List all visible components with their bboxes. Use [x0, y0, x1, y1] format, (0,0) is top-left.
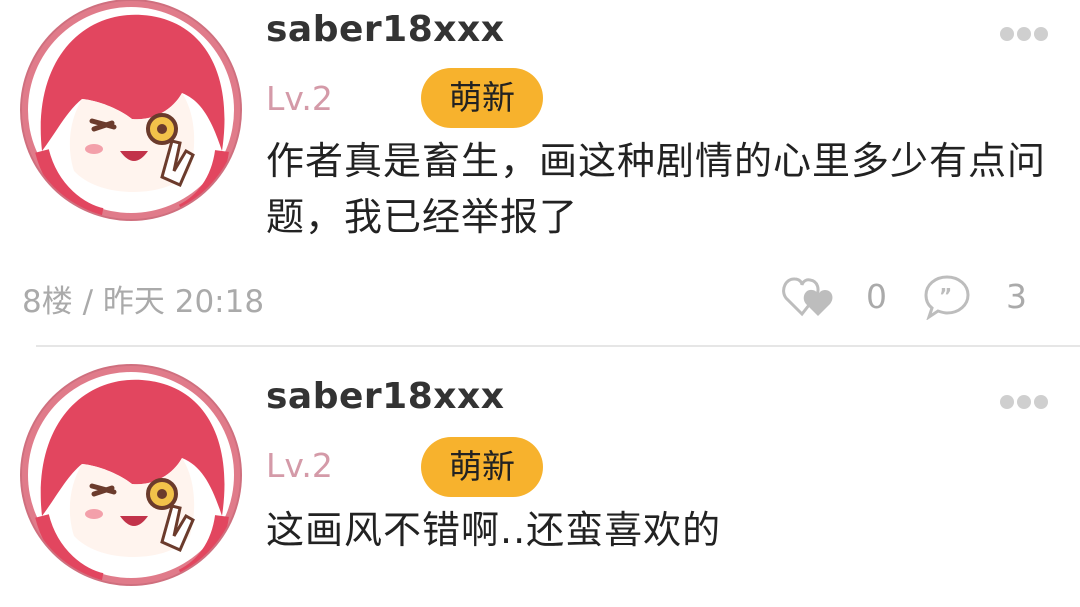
- avatar-image: [22, 366, 240, 584]
- avatar-image: [22, 1, 240, 219]
- comment-feed: saber18xxx Lv.2 萌新 作者真是畜生，画这种剧情的心里多少有点问题…: [0, 0, 1080, 607]
- comment-item: saber18xxx Lv.2 萌新 作者真是畜生，画这种剧情的心里多少有点问题…: [0, 0, 1080, 347]
- comment-text: 这画风不错啊..还蛮喜欢的: [266, 508, 722, 552]
- avatar[interactable]: [22, 1, 240, 219]
- user-level: Lv.2: [266, 79, 333, 118]
- comment-bubble-icon[interactable]: ”: [923, 274, 971, 321]
- username[interactable]: saber18xxx: [266, 376, 504, 417]
- comment-floor-time: 8楼 / 昨天 20:18: [22, 284, 265, 320]
- divider: [36, 345, 1080, 347]
- more-dots-icon[interactable]: [1000, 26, 1052, 41]
- user-level: Lv.2: [266, 446, 333, 485]
- avatar[interactable]: [22, 366, 240, 584]
- heart-icon[interactable]: [782, 274, 838, 320]
- comment-text: 作者真是畜生，画这种剧情的心里多少有点问题，我已经举报了: [266, 139, 1047, 239]
- user-badge: 萌新: [421, 437, 543, 497]
- svg-text:”: ”: [939, 284, 952, 308]
- reply-count: 3: [1006, 277, 1027, 316]
- more-dots-icon[interactable]: [1000, 394, 1052, 409]
- user-badge: 萌新: [421, 68, 543, 128]
- comment-item: saber18xxx Lv.2 萌新 这画风不错啊..还蛮喜欢的: [0, 348, 1080, 607]
- username[interactable]: saber18xxx: [266, 9, 504, 50]
- like-count: 0: [866, 277, 887, 316]
